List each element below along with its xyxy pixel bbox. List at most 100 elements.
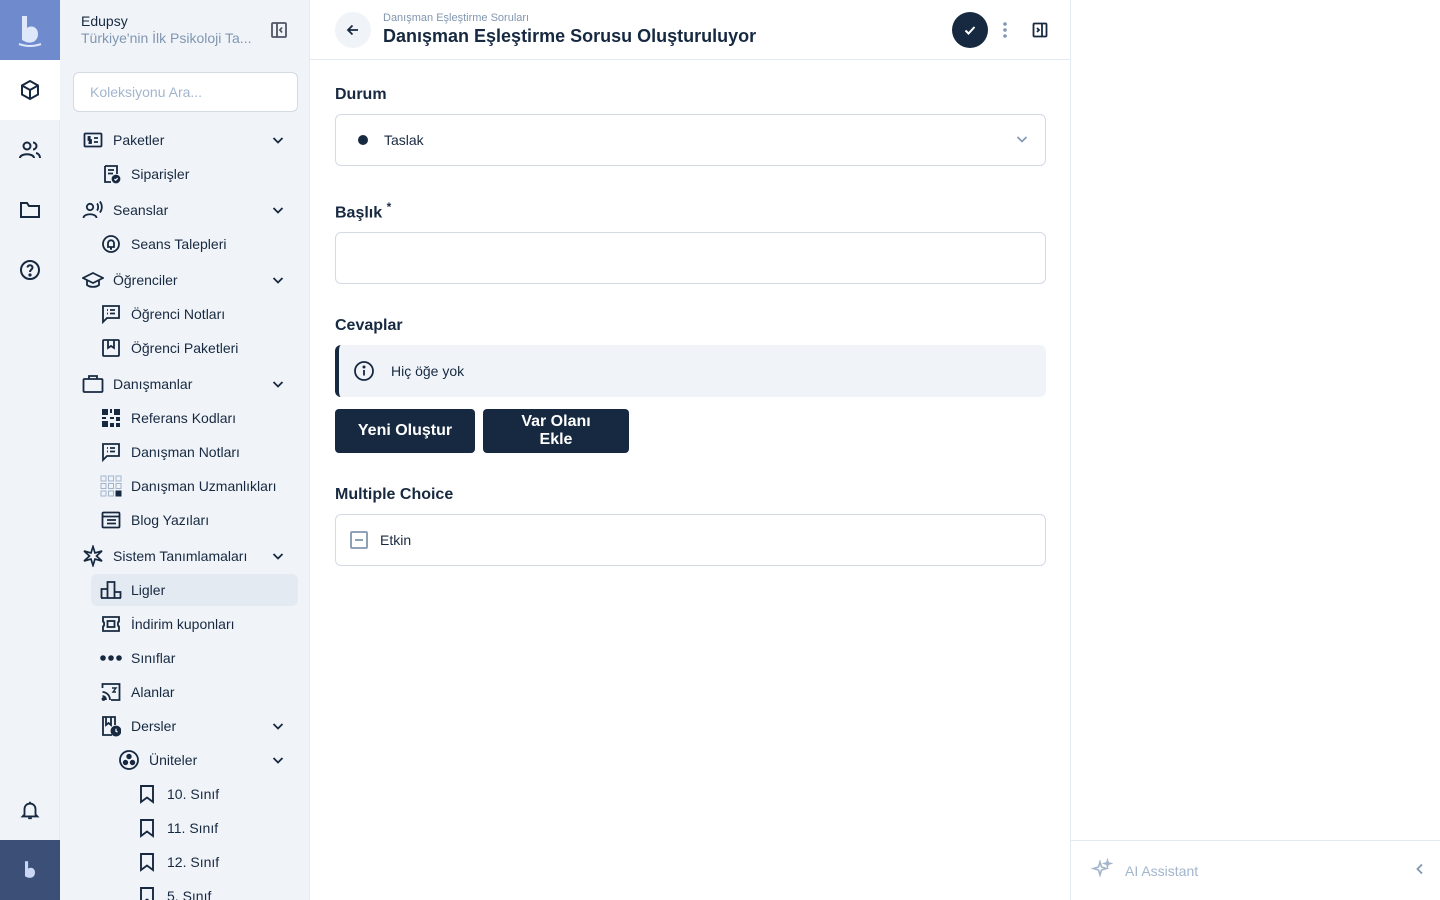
nav-item-label: Danışman Uzmanlıkları [131,478,277,494]
nav-item-label: Alanlar [131,684,175,700]
nav-item[interactable]: Alanlar [60,676,309,708]
page-title: Danışman Eşleştirme Sorusu Oluşturuluyor [383,26,757,46]
nav-item[interactable]: Öğrenci Notları [60,298,309,330]
nav-item-label: Dersler [131,718,177,734]
nav-item[interactable]: Siparişler [60,158,309,190]
status-dot [358,135,368,145]
nav-item[interactable]: 12. Sınıf [60,846,309,878]
checkbox-indeterminate-icon[interactable] [348,529,370,551]
dollar-icon [81,128,105,152]
nav-item-label: Sistem Tanımlamaları [113,548,248,564]
nav-item[interactable]: 11. Sınıf [60,812,309,844]
toggle-sidebar-icon[interactable] [1022,12,1058,48]
app: Edupsy Türkiye'nin İlk Psikoloji Ta... P… [0,0,1440,900]
notes-icon [99,440,123,464]
project-subtitle: Türkiye'nin İlk Psikoloji Ta... [81,30,252,46]
nav-item-label: Seanslar [113,202,169,218]
multiple-choice-toggle[interactable]: Etkin [335,514,1046,567]
nav-item-label: Siparişler [131,166,190,182]
nav-item[interactable]: Sınıflar [60,642,309,674]
brand-logo[interactable] [0,0,60,60]
bookmark-icon [135,816,159,840]
nav-item[interactable]: Üniteler [60,744,309,776]
nav-item[interactable]: Danışmanlar [60,368,309,400]
cast-icon [99,680,123,704]
create-new-button[interactable]: Yeni Oluştur [335,409,475,454]
nav-item[interactable]: Seans Talepleri [60,228,309,260]
chevron-left-icon[interactable] [1413,862,1427,879]
content-module-icon[interactable] [0,60,60,120]
bookmark-icon [135,850,159,874]
nav-item-label: Ligler [131,582,166,598]
newspaper-icon [99,508,123,532]
nav-item[interactable]: İndirim kuponları [60,608,309,640]
back-button[interactable] [335,11,371,48]
user-avatar[interactable] [0,840,60,900]
collection-search-input[interactable] [73,72,298,112]
project-name: Edupsy [81,13,128,29]
help-module-icon[interactable] [0,240,60,300]
book-clock-icon [99,714,123,738]
required-mark: * [386,200,392,214]
nav-item[interactable]: 10. Sınıf [60,778,309,810]
users-module-icon[interactable] [0,120,60,180]
status-value: Taslak [384,132,424,148]
dots-icon [99,646,123,670]
nav-item-label: 11. Sınıf [167,820,219,836]
empty-notice: Hiç öğe yok [335,345,1046,398]
nav-item[interactable]: Danışman Uzmanlıkları [60,470,309,502]
nav-item[interactable]: Öğrenci Paketleri [60,332,309,364]
collapse-nav-icon[interactable] [261,12,297,48]
chevron-down-icon[interactable] [266,714,290,738]
files-module-icon[interactable] [0,180,60,240]
nav-item[interactable]: Referans Kodları [60,402,309,434]
ai-assistant-label: AI Assistant [1125,862,1199,879]
add-existing-button[interactable]: Var Olanı Ekle [483,409,629,454]
module-bar-bottom [0,780,60,900]
title-field-label: Başlık * [335,198,1046,222]
chevron-down-icon[interactable] [266,544,290,568]
nav-item[interactable]: Seanslar [60,194,309,226]
right-sidebar: AI Assistant [1070,0,1440,900]
empty-notice-text: Hiç öğe yok [391,363,465,380]
title-input[interactable] [335,232,1046,285]
sparkle-icon [81,544,105,568]
chevron-down-icon[interactable] [266,372,290,396]
nav-item[interactable]: Dersler [60,710,309,742]
nav-item-label: Danışmanlar [113,376,193,392]
item-form: Durum Taslak Başlık * Cevaplar Hiç öğe y… [310,60,1070,567]
answers-label: Cevaplar [335,317,403,335]
nav-item[interactable]: Sistem Tanımlamaları [60,540,309,572]
podium-icon [99,578,123,602]
chevron-down-icon[interactable] [266,128,290,152]
nav-item-label: 12. Sınıf [167,854,220,870]
nav-item[interactable]: 5. Sınıf [60,880,309,900]
nav-item[interactable]: Blog Yazıları [60,504,309,536]
multiple-choice-label: Multiple Choice [335,486,454,504]
chevron-down-icon[interactable] [266,198,290,222]
more-options-icon[interactable] [992,12,1018,48]
nav-item[interactable]: Öğrenciler [60,264,309,296]
status-label: Durum [335,86,387,103]
status-select[interactable]: Taslak [335,114,1046,166]
ai-assistant-panel[interactable]: AI Assistant [1071,840,1440,900]
project-header: Edupsy Türkiye'nin İlk Psikoloji Ta... [60,0,309,60]
grid-icon [99,474,123,498]
answers-actions: Yeni Oluştur Var Olanı Ekle [335,409,1046,454]
save-button[interactable] [952,11,988,48]
notifications-bell-icon[interactable] [0,780,60,840]
nav-item-label: 5. Sınıf [167,888,212,900]
breadcrumb[interactable]: Danışman Eşleştirme Soruları [383,12,952,25]
nav-item-label: Öğrenci Paketleri [131,340,239,356]
title-label-text: Başlık [335,204,383,222]
nav-item-label: Paketler [113,132,165,148]
nav-item[interactable]: Paketler [60,124,309,156]
module-bar [0,0,60,900]
nav-item[interactable]: Ligler [91,574,298,606]
page-header: Danışman Eşleştirme Soruları Danışman Eş… [310,0,1070,60]
chevron-down-icon[interactable] [266,748,290,772]
circles-icon [117,748,141,772]
nav-item[interactable]: Danışman Notları [60,436,309,468]
chevron-down-icon[interactable] [266,268,290,292]
chevron-down-icon [1015,132,1029,149]
